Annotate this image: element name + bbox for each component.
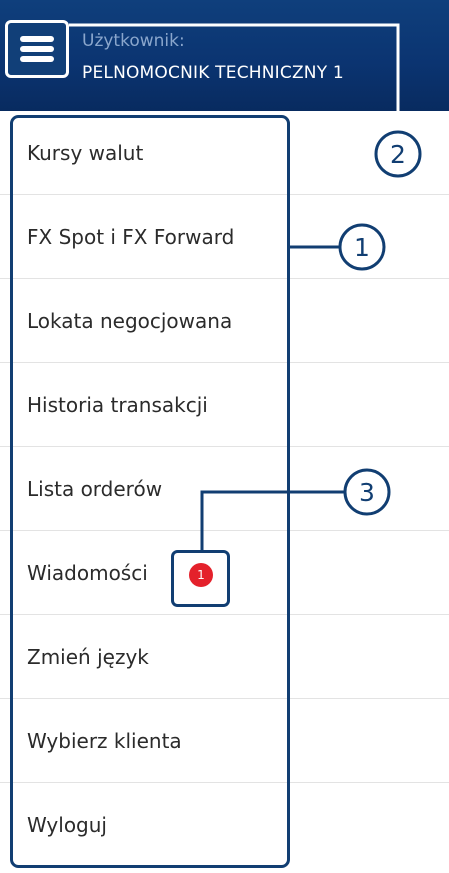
menu-item-label: Wybierz klienta — [27, 729, 182, 753]
user-name: PELNOMOCNIK TECHNICZNY 1 — [82, 63, 344, 83]
menu-item-wyloguj[interactable]: Wyloguj — [0, 783, 449, 867]
menu-button[interactable] — [5, 20, 69, 78]
menu-item-lokata-negocjowana[interactable]: Lokata negocjowana — [0, 279, 449, 363]
app-header: Użytkownik: PELNOMOCNIK TECHNICZNY 1 — [0, 0, 449, 115]
menu-item-wybierz-klienta[interactable]: Wybierz klienta — [0, 699, 449, 783]
unread-messages-badge: 1 — [189, 563, 213, 587]
menu-item-kursy-walut[interactable]: Kursy walut — [0, 111, 449, 195]
navigation-menu: Kursy walut FX Spot i FX Forward Lokata … — [0, 111, 449, 867]
menu-item-wiadomosci[interactable]: Wiadomości 1 — [0, 531, 449, 615]
menu-item-label: Wyloguj — [27, 813, 107, 837]
menu-item-label: Kursy walut — [27, 141, 144, 165]
menu-item-lista-orderow[interactable]: Lista orderów — [0, 447, 449, 531]
menu-item-label: Zmień język — [27, 645, 149, 669]
app-screen: Użytkownik: PELNOMOCNIK TECHNICZNY 1 Kur… — [0, 0, 449, 873]
menu-item-fx-spot-forward[interactable]: FX Spot i FX Forward — [0, 195, 449, 279]
menu-item-label: Wiadomości — [27, 561, 148, 585]
menu-item-historia-transakcji[interactable]: Historia transakcji — [0, 363, 449, 447]
hamburger-menu-icon — [20, 36, 54, 62]
menu-item-label: FX Spot i FX Forward — [27, 225, 235, 249]
menu-item-label: Lokata negocjowana — [27, 309, 233, 333]
menu-item-zmien-jezyk[interactable]: Zmień język — [0, 615, 449, 699]
user-label: Użytkownik: — [82, 31, 185, 51]
menu-item-label: Historia transakcji — [27, 393, 208, 417]
menu-item-label: Lista orderów — [27, 477, 163, 501]
